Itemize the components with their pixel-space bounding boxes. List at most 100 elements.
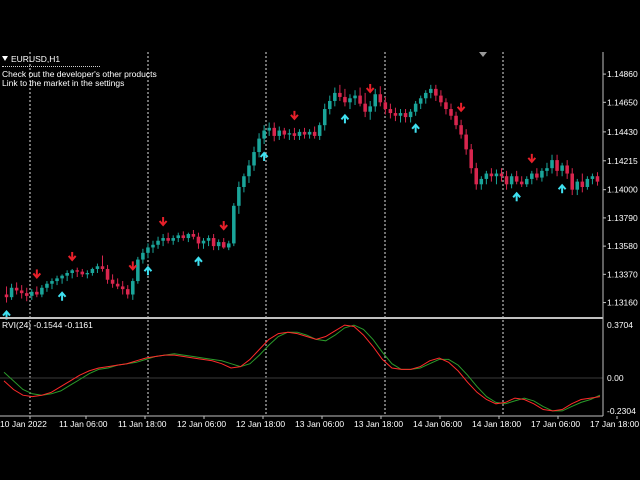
candle-body bbox=[469, 149, 473, 169]
candle bbox=[524, 176, 529, 187]
candle bbox=[191, 229, 196, 240]
candle-body bbox=[247, 165, 251, 177]
candle bbox=[580, 173, 585, 193]
symbol-timeframe-label[interactable]: EURUSD,H1 bbox=[2, 54, 60, 65]
candle-body bbox=[211, 238, 216, 247]
time-tick-label: 14 Jan 06:00 bbox=[413, 419, 462, 429]
candle-body bbox=[383, 102, 388, 110]
candle-body bbox=[105, 268, 110, 280]
candle-body bbox=[413, 103, 418, 112]
candle bbox=[156, 236, 160, 249]
candle-body bbox=[176, 235, 181, 239]
candle bbox=[560, 162, 564, 177]
sell-arrow-icon bbox=[158, 217, 168, 227]
candle bbox=[358, 87, 362, 107]
sell-arrow-icon bbox=[67, 251, 77, 262]
sell-arrow-icon bbox=[32, 269, 42, 279]
candle-body bbox=[75, 270, 80, 272]
candle-body bbox=[70, 270, 74, 273]
sell-arrow-icon bbox=[456, 102, 466, 113]
sell-arrow-icon bbox=[219, 221, 228, 231]
signal-arrows bbox=[2, 83, 567, 320]
candle-body bbox=[60, 275, 64, 279]
candle-body bbox=[353, 95, 357, 99]
chart-shift-marker-icon[interactable] bbox=[479, 52, 487, 57]
candle-body bbox=[95, 266, 100, 269]
candle bbox=[459, 119, 463, 139]
candle-body bbox=[358, 95, 362, 104]
sell-arrow-icon bbox=[527, 153, 537, 164]
candle bbox=[105, 264, 110, 284]
candle bbox=[393, 107, 398, 122]
candle-body bbox=[252, 152, 256, 166]
candle-body bbox=[454, 115, 458, 126]
candle bbox=[30, 289, 34, 300]
candle-body bbox=[35, 291, 39, 295]
candle bbox=[368, 100, 372, 120]
candle-body bbox=[363, 103, 367, 112]
candle bbox=[328, 95, 332, 115]
time-tick-label: 11 Jan 18:00 bbox=[118, 419, 167, 429]
candle bbox=[287, 129, 292, 140]
candle bbox=[590, 173, 595, 185]
candle-body bbox=[560, 165, 564, 171]
candle-body bbox=[181, 235, 186, 239]
candle-body bbox=[333, 92, 337, 101]
candle bbox=[277, 126, 282, 140]
candle bbox=[519, 176, 524, 187]
candle bbox=[70, 268, 74, 279]
candle-body bbox=[444, 102, 448, 110]
candle-body bbox=[328, 100, 332, 110]
candle bbox=[398, 109, 403, 123]
candle-body bbox=[570, 173, 574, 190]
candle bbox=[90, 267, 95, 276]
candle bbox=[575, 178, 580, 196]
candle-body bbox=[540, 170, 544, 178]
candle-body bbox=[519, 181, 524, 185]
price-axis: 1.14860 1.14650 1.14430 1.14215 1.14000 1.137… bbox=[603, 69, 638, 308]
candle-body bbox=[449, 109, 453, 116]
candle bbox=[302, 127, 307, 139]
candle bbox=[540, 168, 544, 182]
candle bbox=[232, 203, 236, 247]
candle-body bbox=[55, 278, 59, 282]
candle bbox=[19, 285, 24, 299]
candle-body bbox=[474, 168, 479, 185]
candle bbox=[45, 281, 49, 292]
sell-arrow-icon bbox=[365, 83, 375, 94]
buy-arrow-icon bbox=[512, 191, 521, 202]
indicator-tick-label: 0.3704 bbox=[607, 320, 633, 330]
time-tick-label: 13 Jan 18:00 bbox=[354, 419, 403, 429]
candle bbox=[186, 232, 191, 243]
candle-body bbox=[590, 176, 595, 179]
price-tick-label: 1.14430 bbox=[607, 127, 638, 137]
candle bbox=[535, 168, 539, 181]
candle-body bbox=[166, 238, 170, 241]
candle bbox=[444, 98, 448, 115]
candle-body bbox=[267, 127, 271, 131]
candle bbox=[24, 287, 29, 302]
buy-arrow-icon bbox=[259, 151, 269, 161]
candle-body bbox=[479, 178, 484, 185]
candle-body bbox=[489, 173, 494, 177]
candle bbox=[80, 268, 85, 278]
candle bbox=[60, 274, 64, 284]
candle-body bbox=[9, 287, 14, 298]
candle bbox=[141, 248, 145, 264]
candle-body bbox=[156, 240, 160, 245]
price-tick-label: 1.14650 bbox=[607, 97, 638, 107]
candle bbox=[585, 176, 590, 190]
candle-body bbox=[272, 127, 276, 136]
candle-body bbox=[161, 238, 165, 241]
candle-body bbox=[110, 279, 115, 284]
candle bbox=[161, 234, 165, 247]
candle bbox=[570, 168, 574, 196]
label-divider bbox=[2, 66, 100, 67]
time-tick-label: 11 Jan 06:00 bbox=[59, 419, 108, 429]
candle-body bbox=[131, 281, 135, 295]
candle-body bbox=[535, 173, 539, 178]
candle bbox=[307, 129, 312, 139]
candle bbox=[146, 243, 150, 259]
candle bbox=[65, 270, 69, 282]
candle bbox=[181, 231, 186, 241]
